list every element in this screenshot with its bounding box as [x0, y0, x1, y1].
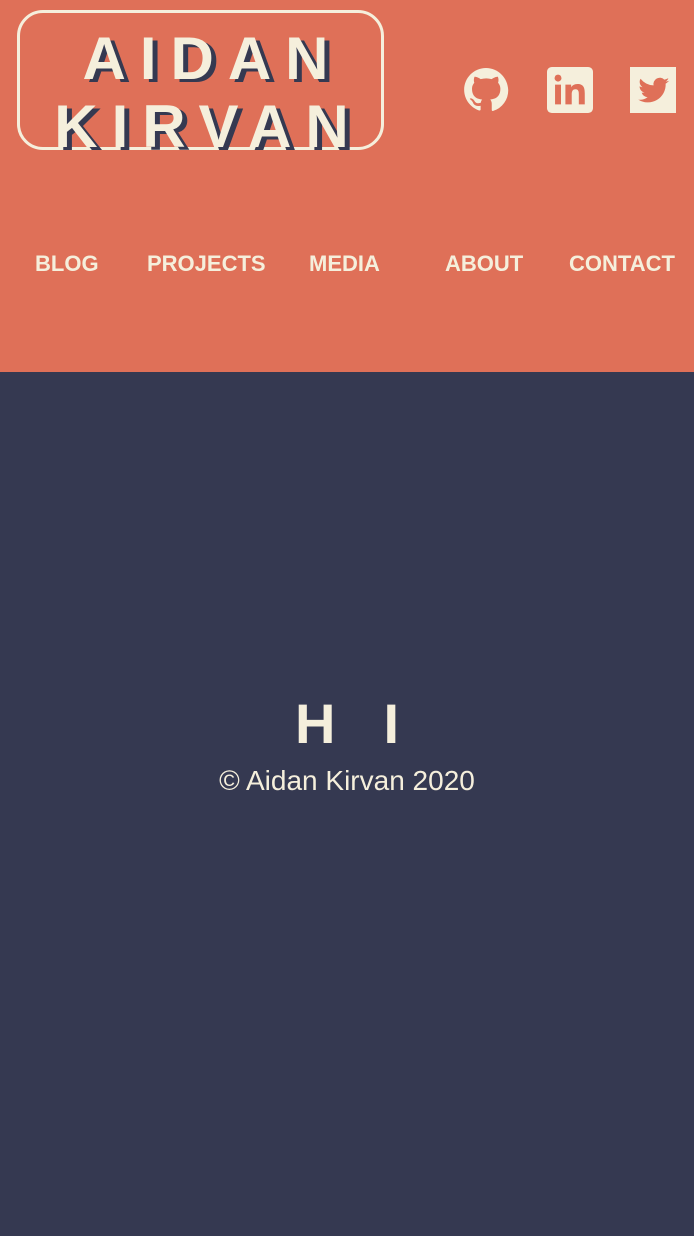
copyright-text: © Aidan Kirvan 2020: [219, 765, 475, 796]
nav-blog[interactable]: BLOG: [35, 251, 99, 277]
github-link[interactable]: [463, 67, 509, 113]
nav-about[interactable]: ABOUT: [445, 251, 523, 277]
nav-projects[interactable]: PROJECTS: [147, 251, 266, 277]
linkedin-link[interactable]: [547, 67, 593, 113]
nav-contact[interactable]: CONTACT: [569, 251, 675, 277]
twitter-link[interactable]: [630, 67, 676, 113]
nav-media[interactable]: MEDIA: [309, 251, 380, 277]
site-logo[interactable]: AIDAN KIRVAN: [17, 10, 384, 157]
github-icon: [463, 67, 509, 113]
site-header: AIDAN KIRVAN BLOG PROJECTS MEDIA ABOUT C…: [0, 0, 694, 372]
twitter-icon: [630, 67, 676, 113]
linkedin-icon: [547, 67, 593, 113]
logo-first-name: AIDAN: [82, 25, 343, 92]
logo-last-name: KIRVAN: [54, 93, 363, 160]
greeting-heading: HI: [295, 692, 447, 755]
